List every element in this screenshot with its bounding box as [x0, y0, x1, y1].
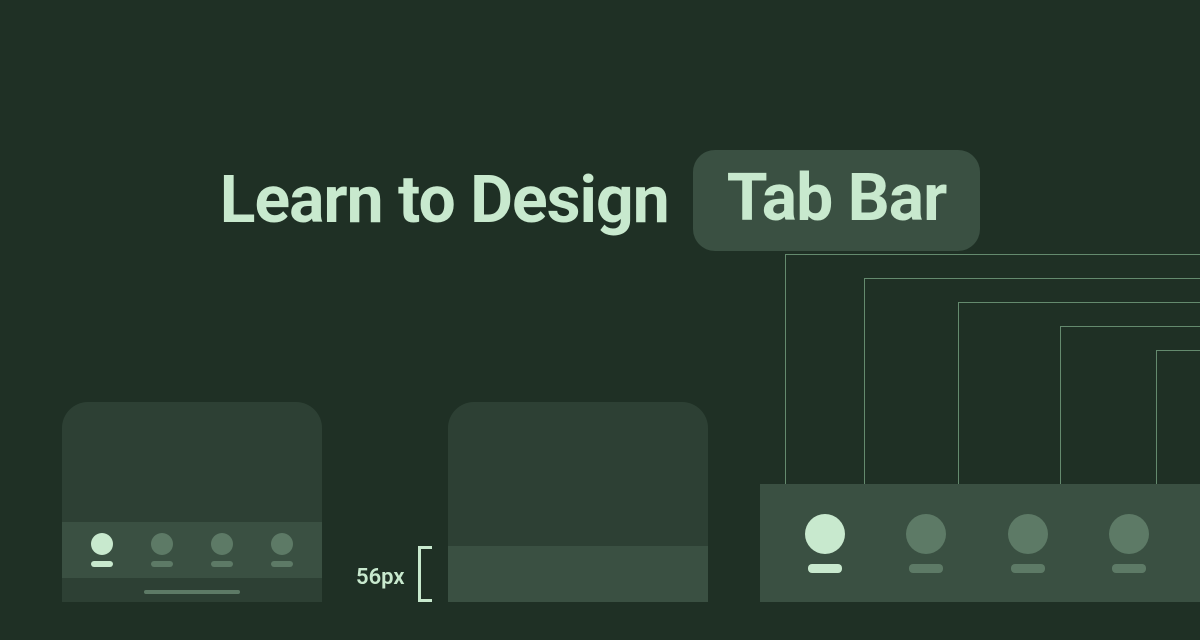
tab-bar-items: [62, 522, 322, 578]
anatomy-outline-2: [864, 278, 1200, 484]
tab-icon-placeholder: [271, 533, 293, 555]
tab-item-3: [211, 533, 233, 567]
tab-label-placeholder: [271, 561, 293, 567]
tab-item-2: [906, 514, 946, 573]
home-indicator: [144, 590, 240, 594]
tab-item-4: [1109, 514, 1149, 573]
tab-label-placeholder: [211, 561, 233, 567]
tab-icon-placeholder: [1008, 514, 1048, 554]
tab-label-placeholder: [909, 564, 943, 573]
examples-row: 56px: [0, 380, 1200, 640]
anatomy-outline-5: [1156, 350, 1200, 484]
dimension-label: 56px: [356, 565, 404, 590]
tab-item-2: [151, 533, 173, 567]
tab-label-placeholder: [1112, 564, 1146, 573]
dimension-bracket-icon: [418, 546, 432, 602]
tab-label-placeholder: [151, 561, 173, 567]
tab-item-3: [1008, 514, 1048, 573]
phone-mock-height-spec: [448, 402, 708, 602]
tab-icon-placeholder: [151, 533, 173, 555]
tab-bar-anatomy: [760, 484, 1200, 602]
tab-item-1: [91, 533, 113, 567]
anatomy-outline-1: [785, 254, 1200, 484]
tab-label-placeholder: [808, 564, 842, 573]
anatomy-outline-4: [1060, 326, 1200, 484]
tab-label-placeholder: [1011, 564, 1045, 573]
page-title: Learn to Design Tab Bar: [0, 150, 1200, 251]
tab-icon-placeholder: [91, 533, 113, 555]
anatomy-outline-3: [958, 302, 1200, 484]
phone-mock-with-tabs: [62, 402, 322, 602]
tab-icon-placeholder: [805, 514, 845, 554]
tab-item-1: [805, 514, 845, 573]
tab-item-4: [271, 533, 293, 567]
tab-icon-placeholder: [906, 514, 946, 554]
tab-icon-placeholder: [211, 533, 233, 555]
tab-icon-placeholder: [1109, 514, 1149, 554]
title-plain-text: Learn to Design: [220, 162, 669, 239]
tab-bar-background: [448, 546, 708, 602]
tab-bar-items: [760, 484, 1200, 602]
title-highlight-pill: Tab Bar: [693, 150, 981, 251]
tab-label-placeholder: [91, 561, 113, 567]
